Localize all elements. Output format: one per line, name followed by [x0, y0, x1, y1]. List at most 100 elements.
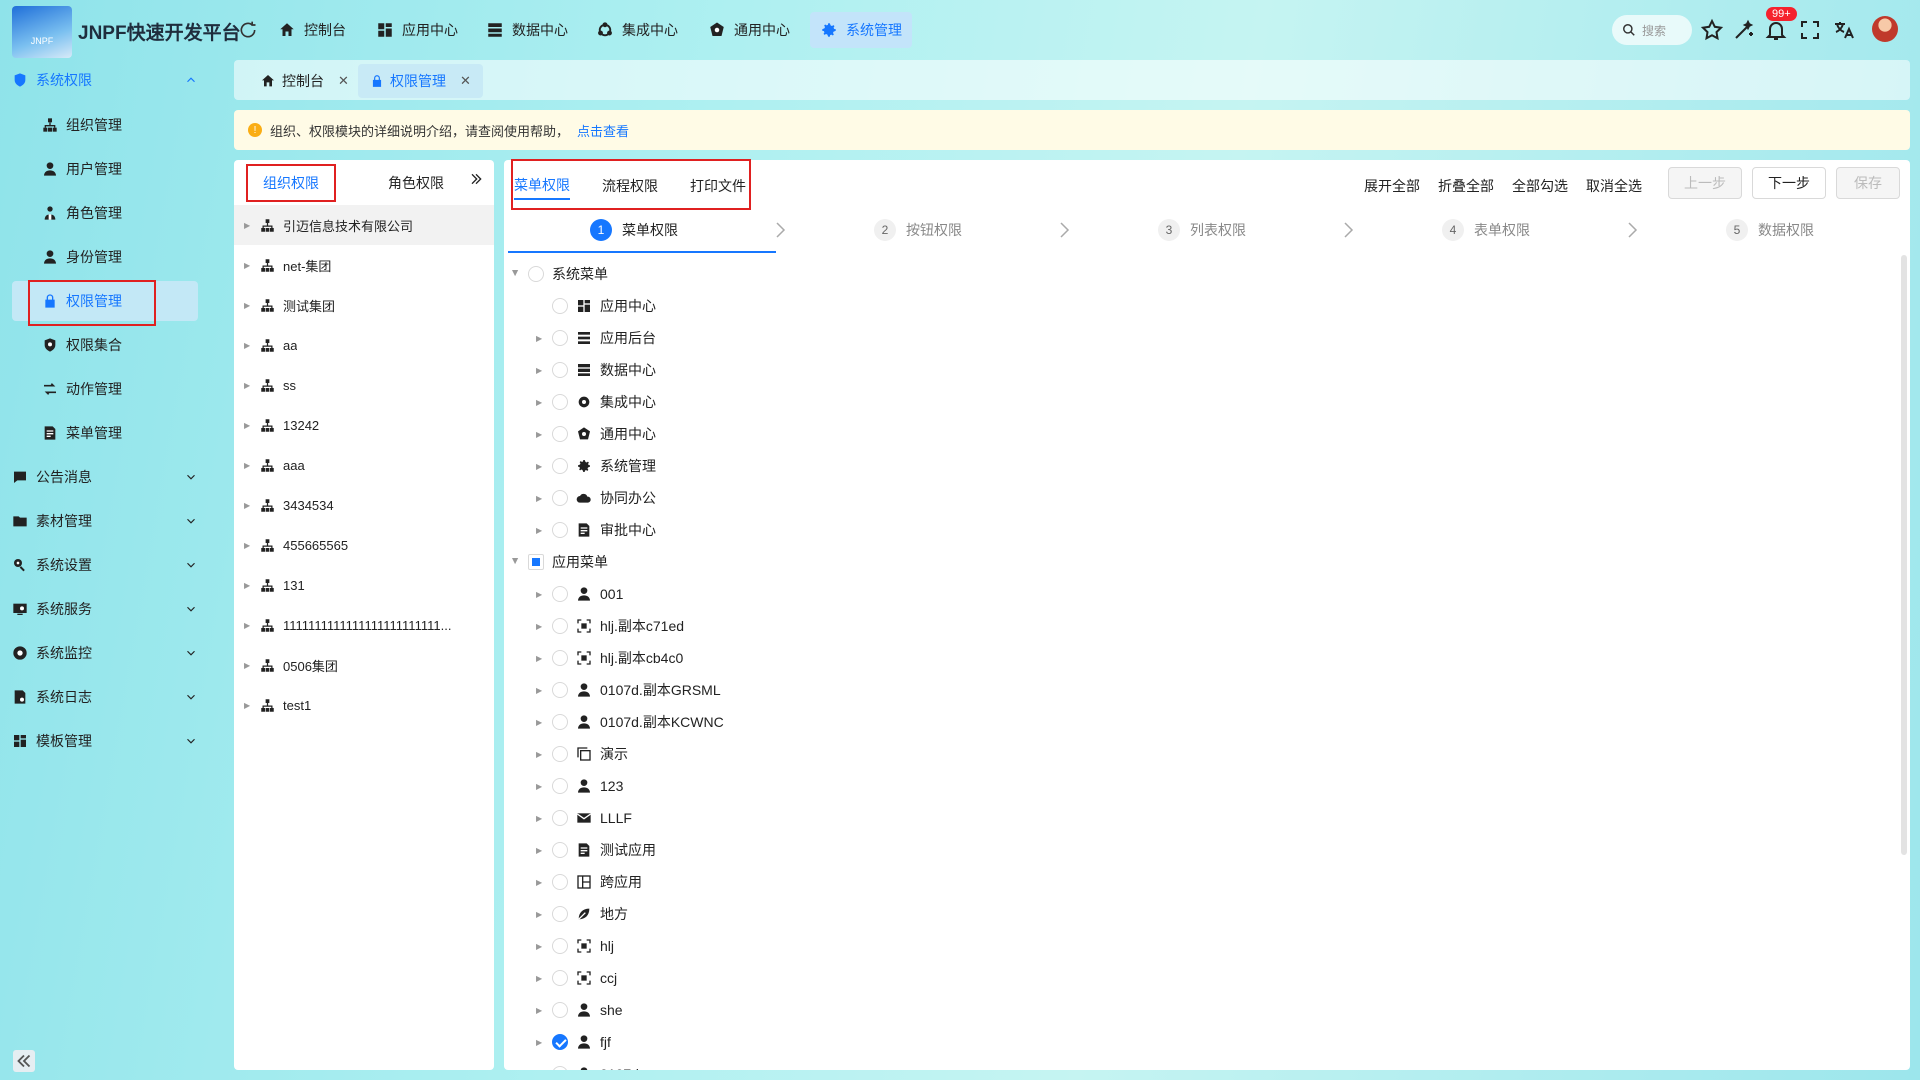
tree-checkbox[interactable]	[552, 874, 568, 890]
search-input[interactable]: 搜索	[1612, 15, 1692, 45]
tree-checkbox[interactable]	[552, 298, 568, 314]
tree-node[interactable]: ▶ 跨应用	[536, 866, 642, 898]
collapse-all-button[interactable]: 折叠全部	[1438, 172, 1494, 200]
tree-node[interactable]: ▶ ccj	[536, 962, 617, 994]
sidebar-group-service[interactable]: 系统服务	[12, 589, 208, 629]
caret-right-icon[interactable]: ▶	[536, 1038, 544, 1047]
tree-node[interactable]: ▶ 应用菜单	[511, 546, 608, 578]
tree-node[interactable]: ▶ 系统菜单	[511, 258, 608, 290]
tree-checkbox[interactable]	[552, 938, 568, 954]
tree-checkbox[interactable]	[552, 586, 568, 602]
tree-node[interactable]: ▶ LLLF	[536, 802, 632, 834]
caret-right-icon[interactable]: ▶	[536, 334, 544, 343]
collapse-sidebar-icon[interactable]	[13, 1050, 35, 1072]
org-node[interactable]: ▶ aa	[234, 325, 494, 365]
caret-right-icon[interactable]: ▶	[536, 1006, 544, 1015]
tree-node[interactable]: ▶ 集成中心	[536, 386, 656, 418]
caret-right-icon[interactable]: ▶	[244, 221, 252, 230]
tree-checkbox[interactable]	[552, 362, 568, 378]
tree-node[interactable]: ▶应用中心	[536, 290, 656, 322]
tree-node[interactable]: ▶ 0107d.副本KCWNC	[536, 706, 724, 738]
tree-node[interactable]: ▶ 0107d.副本GRSML	[536, 674, 721, 706]
caret-right-icon[interactable]: ▶	[536, 654, 544, 663]
sidebar-item-org[interactable]: 组织管理	[30, 105, 216, 145]
caret-right-icon[interactable]: ▶	[536, 846, 544, 855]
tree-checkbox[interactable]	[552, 330, 568, 346]
tree-checkbox[interactable]	[552, 618, 568, 634]
sidebar-item-menu[interactable]: 菜单管理	[30, 413, 216, 453]
tree-checkbox[interactable]	[552, 1002, 568, 1018]
caret-down-icon[interactable]: ▶	[511, 270, 520, 278]
caret-right-icon[interactable]: ▶	[536, 494, 544, 503]
org-node[interactable]: ▶ 1111111111111111111111111...	[234, 605, 494, 645]
tree-checkbox[interactable]	[528, 266, 544, 282]
scrollbar[interactable]	[1901, 255, 1907, 855]
sidebar-item-permission-set[interactable]: 权限集合	[30, 325, 216, 365]
nav-console[interactable]: 控制台	[268, 12, 356, 48]
fullscreen-icon[interactable]	[1798, 18, 1822, 42]
org-node[interactable]: ▶ 3434534	[234, 485, 494, 525]
caret-down-icon[interactable]: ▶	[511, 558, 520, 566]
tree-node[interactable]: ▶ 应用后台	[536, 322, 656, 354]
caret-right-icon[interactable]: ▶	[536, 910, 544, 919]
caret-right-icon[interactable]: ▶	[536, 430, 544, 439]
nav-integration-center[interactable]: 集成中心	[586, 12, 688, 48]
org-node[interactable]: ▶ 引迈信息技术有限公司	[234, 205, 494, 245]
org-node[interactable]: ▶ test1	[234, 685, 494, 725]
org-node[interactable]: ▶ 0506集团	[234, 645, 494, 685]
org-node[interactable]: ▶ net-集团	[234, 245, 494, 285]
sidebar-group-settings[interactable]: 系统设置	[12, 545, 208, 585]
tree-checkbox[interactable]	[552, 522, 568, 538]
tab-permission[interactable]: 权限管理 ✕	[358, 64, 483, 98]
sidebar-item-action[interactable]: 动作管理	[30, 369, 216, 409]
tree-checkbox[interactable]	[552, 490, 568, 506]
tree-checkbox[interactable]	[552, 394, 568, 410]
caret-right-icon[interactable]: ▶	[536, 782, 544, 791]
caret-right-icon[interactable]: ▶	[536, 590, 544, 599]
tree-node[interactable]: ▶ 001	[536, 578, 623, 610]
tree-node[interactable]: ▶ hlj.副本c71ed	[536, 610, 684, 642]
save-button[interactable]: 保存	[1836, 167, 1900, 199]
tab-print-file[interactable]: 打印文件	[690, 172, 746, 200]
tree-node[interactable]: ▶ 地方	[536, 898, 628, 930]
caret-right-icon[interactable]: ▶	[536, 878, 544, 887]
caret-right-icon[interactable]: ▶	[244, 541, 252, 550]
tab-menu-permission[interactable]: 菜单权限	[514, 172, 570, 200]
sidebar-group-log[interactable]: 系统日志	[12, 677, 208, 717]
close-icon[interactable]: ✕	[338, 73, 349, 89]
avatar[interactable]	[1872, 16, 1898, 42]
sidebar-group-material[interactable]: 素材管理	[12, 501, 208, 541]
double-chevron-right-icon[interactable]	[468, 171, 484, 187]
caret-right-icon[interactable]: ▶	[244, 341, 252, 350]
sidebar-group-announcement[interactable]: 公告消息	[12, 457, 208, 497]
tree-checkbox[interactable]	[552, 682, 568, 698]
tree-checkbox[interactable]	[552, 1066, 568, 1070]
org-node[interactable]: ▶ aaa	[234, 445, 494, 485]
tree-checkbox[interactable]	[552, 906, 568, 922]
tree-node[interactable]: ▶ 协同办公	[536, 482, 656, 514]
bell-icon[interactable]	[1764, 18, 1788, 42]
tree-checkbox[interactable]	[552, 842, 568, 858]
close-icon[interactable]: ✕	[460, 73, 471, 89]
tree-checkbox[interactable]	[552, 778, 568, 794]
nav-data-center[interactable]: 数据中心	[476, 12, 578, 48]
next-step-button[interactable]: 下一步	[1752, 167, 1826, 199]
tab-org-permission[interactable]: 组织权限	[246, 164, 336, 202]
tree-node[interactable]: ▶ she	[536, 994, 623, 1026]
caret-right-icon[interactable]: ▶	[536, 462, 544, 471]
help-link[interactable]: 点击查看	[577, 121, 629, 140]
tab-flow-permission[interactable]: 流程权限	[602, 172, 658, 200]
org-node[interactable]: ▶ 131	[234, 565, 494, 605]
tree-node[interactable]: ▶ 通用中心	[536, 418, 656, 450]
tree-node[interactable]: ▶ 演示	[536, 738, 628, 770]
caret-right-icon[interactable]: ▶	[536, 686, 544, 695]
tree-checkbox[interactable]	[552, 970, 568, 986]
tree-node[interactable]: ▶ 系统管理	[536, 450, 656, 482]
step-2[interactable]: 2 按钮权限	[874, 218, 962, 242]
tree-node[interactable]: ▶ 测试应用	[536, 834, 656, 866]
sidebar-group-system-permission[interactable]: 系统权限	[12, 60, 208, 100]
expand-all-button[interactable]: 展开全部	[1364, 172, 1420, 200]
theme-icon[interactable]	[1732, 18, 1756, 42]
prev-step-button[interactable]: 上一步	[1668, 167, 1742, 199]
caret-right-icon[interactable]: ▶	[536, 814, 544, 823]
